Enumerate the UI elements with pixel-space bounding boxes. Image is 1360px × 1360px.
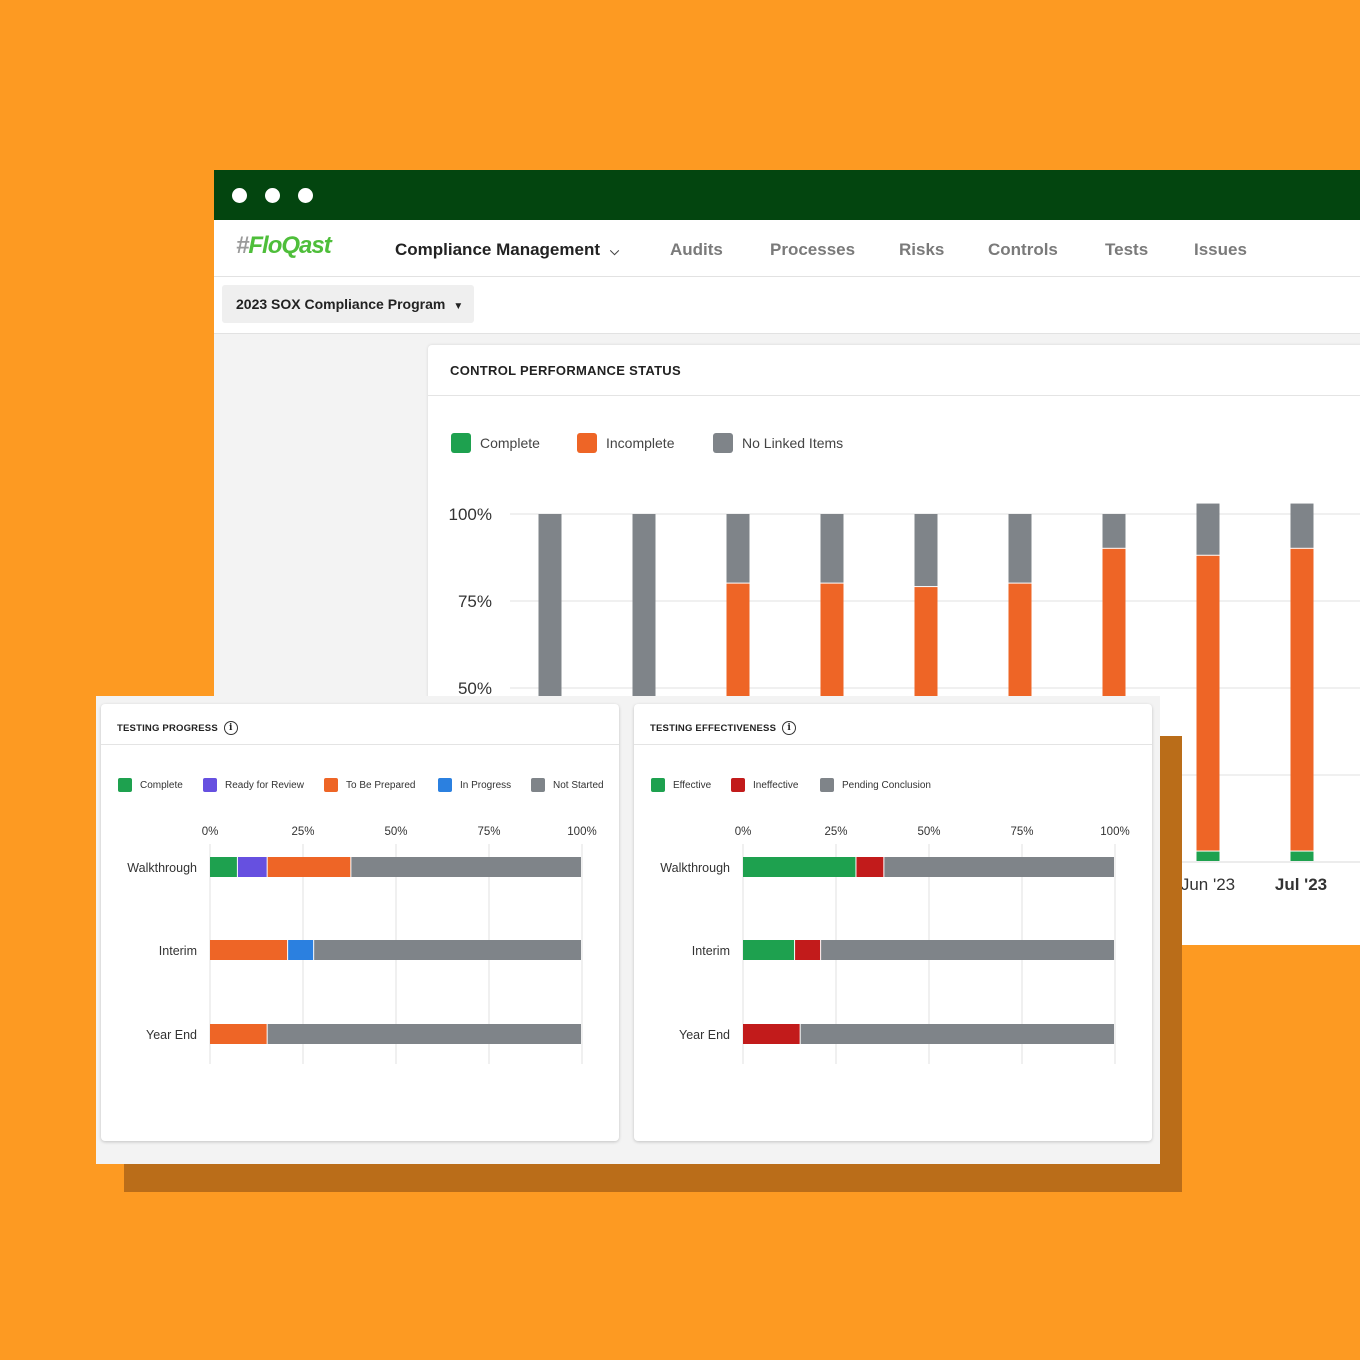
x-tick-label: 50% xyxy=(917,826,940,838)
bar-segment xyxy=(237,857,267,877)
nav-issues[interactable]: Issues xyxy=(1194,240,1247,260)
bar-segment xyxy=(1008,514,1032,583)
x-tick-label: 0% xyxy=(735,826,752,838)
program-bar: 2023 SOX Compliance Program ▼ xyxy=(214,277,1360,334)
bar-segment xyxy=(856,857,884,877)
nav-audits[interactable]: Audits xyxy=(670,240,723,260)
x-tick-label: 25% xyxy=(291,826,314,838)
bar-segment xyxy=(726,514,750,583)
bar-segment xyxy=(1196,851,1220,861)
bar-segment xyxy=(288,940,314,960)
program-select-label: 2023 SOX Compliance Program xyxy=(236,296,446,312)
y-tick-label: 100% xyxy=(449,505,492,524)
y-tick-label: 75% xyxy=(458,592,492,611)
bar-segment xyxy=(914,514,938,587)
bar-segment xyxy=(314,940,581,960)
testing-effectiveness-chart: 0% 25% 50% 75% 100% Walkthrough Interim Year En… xyxy=(660,826,1130,1064)
bar-segment xyxy=(210,1024,267,1044)
bar-segment xyxy=(800,1024,1114,1044)
bar-segment xyxy=(1196,555,1220,851)
category-label: Walkthrough xyxy=(660,861,730,875)
nav-compliance-management[interactable]: Compliance Management ⌵ xyxy=(395,240,619,260)
x-tick-label: 100% xyxy=(1100,826,1129,838)
bar-segment xyxy=(267,857,351,877)
bar-segment xyxy=(743,857,856,877)
testing-progress-chart: 0% 25% 50% 75% 100% Walkthrough Interim Year En… xyxy=(127,826,597,1064)
window-titlebar xyxy=(214,170,1360,220)
x-tick-label: 25% xyxy=(824,826,847,838)
caret-down-icon: ▼ xyxy=(453,301,464,312)
bar-segment xyxy=(743,940,795,960)
bar-segment xyxy=(267,1024,581,1044)
x-tick-label: Jul '23 xyxy=(1275,875,1327,894)
top-navbar: #FloQast Compliance Management ⌵ Audits P… xyxy=(214,220,1360,277)
category-label: Interim xyxy=(159,944,197,958)
program-select[interactable]: 2023 SOX Compliance Program ▼ xyxy=(222,285,474,323)
nav-controls[interactable]: Controls xyxy=(988,240,1058,260)
category-label: Interim xyxy=(692,944,730,958)
bar-segment xyxy=(820,514,844,583)
x-tick-label: 50% xyxy=(384,826,407,838)
nav-risks[interactable]: Risks xyxy=(899,240,944,260)
testing-window: TESTING PROGRESS i Complete Ready for Rev… xyxy=(96,696,1160,1164)
window-dot-close[interactable] xyxy=(232,188,247,203)
x-tick-label: Jun '23 xyxy=(1181,875,1235,894)
bar-segment xyxy=(210,940,288,960)
category-label: Year End xyxy=(146,1028,197,1042)
window-dot-maximize[interactable] xyxy=(298,188,313,203)
floqast-logo[interactable]: #FloQast xyxy=(236,232,332,260)
x-tick-label: 75% xyxy=(477,826,500,838)
bar-segment xyxy=(821,940,1114,960)
nav-processes[interactable]: Processes xyxy=(770,240,855,260)
x-tick-label: 100% xyxy=(567,826,596,838)
bar-segment xyxy=(884,857,1114,877)
bar-segment xyxy=(795,940,821,960)
chevron-down-icon: ⌵ xyxy=(610,244,620,258)
x-tick-label: 75% xyxy=(1010,826,1033,838)
nav-tests[interactable]: Tests xyxy=(1105,240,1148,260)
testing-progress-panel: TESTING PROGRESS i Complete Ready for Rev… xyxy=(101,704,619,1141)
testing-effectiveness-panel: TESTING EFFECTIVENESS i Effective Ineffec… xyxy=(634,704,1152,1141)
window-dot-minimize[interactable] xyxy=(265,188,280,203)
bar-segment xyxy=(1290,503,1314,548)
category-label: Year End xyxy=(679,1028,730,1042)
bar-segment xyxy=(351,857,581,877)
bar-segment xyxy=(743,1024,800,1044)
nav-compliance-label: Compliance Management xyxy=(395,240,600,259)
bar-segment xyxy=(1196,503,1220,555)
category-label: Walkthrough xyxy=(127,861,197,875)
logo-hash-icon: # xyxy=(236,232,249,259)
bar-segment xyxy=(1102,514,1126,548)
bar-segment xyxy=(210,857,237,877)
x-tick-label: 0% xyxy=(202,826,219,838)
logo-text: FloQast xyxy=(248,232,331,259)
bar-segment xyxy=(1290,851,1314,861)
bar-segment xyxy=(1290,548,1314,851)
